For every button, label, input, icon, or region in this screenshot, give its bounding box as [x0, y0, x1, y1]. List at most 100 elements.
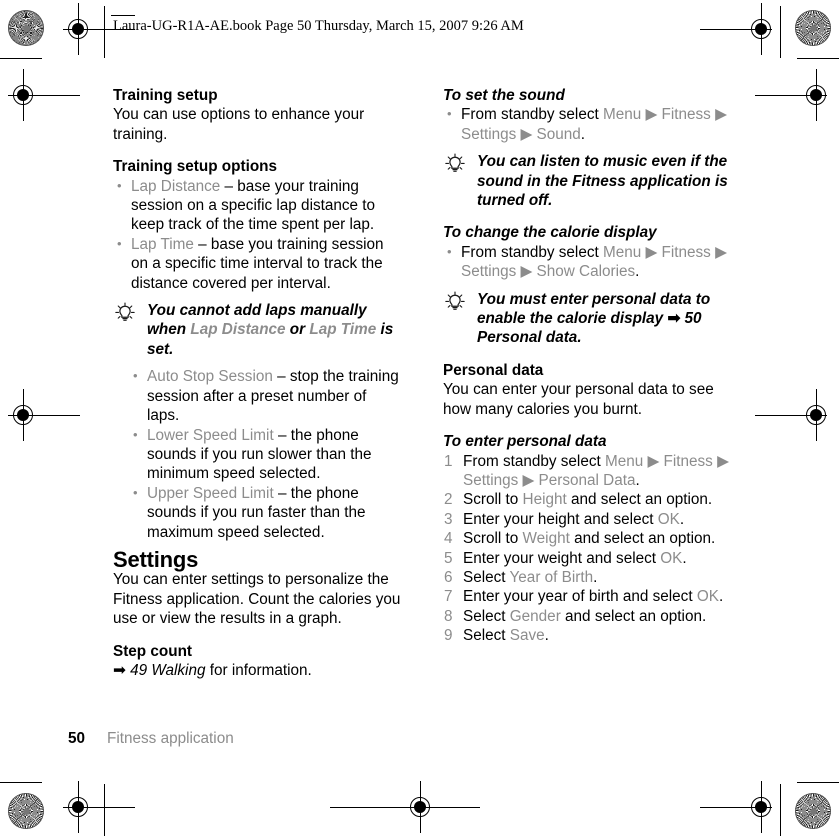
- heading-step-count: Step count: [113, 642, 193, 660]
- lightbulb-icon: [443, 153, 467, 175]
- trim-line-bottom-right-vertical: [780, 784, 781, 836]
- list-item: Scroll to Height and select an option.: [443, 490, 735, 510]
- path-separator-icon: ▶: [516, 125, 537, 143]
- list-item: Enter your weight and select OK.: [443, 549, 735, 569]
- path-separator-icon: ▶: [643, 452, 664, 470]
- step-prefix: Scroll to: [463, 530, 523, 548]
- ui-path-menu: Menu: [602, 243, 642, 261]
- rosette-mark-top-left: [8, 10, 44, 46]
- step-suffix: .: [580, 125, 586, 143]
- ui-term-year-of-birth: Year of Birth: [509, 568, 594, 586]
- path-separator-icon: ▶: [518, 471, 539, 489]
- list-to-change-the-calorie-display: From standby select Menu ▶ Fitness ▶ Set…: [443, 242, 735, 282]
- list-item: From standby select Menu ▶ Fitness ▶ Set…: [443, 242, 735, 282]
- page-footer: 50 Fitness application: [68, 730, 468, 748]
- list-to-set-the-sound: From standby select Menu ▶ Fitness ▶ Set…: [443, 104, 735, 144]
- list-training-setup-options-b: Auto Stop Session – stop the training se…: [113, 366, 401, 542]
- rosette-mark-bottom-left: [8, 793, 44, 829]
- list-item: Auto Stop Session – stop the training se…: [113, 366, 401, 425]
- tip-callout-sound: You can listen to music even if the soun…: [443, 152, 735, 210]
- heading-training-setup: Training setup: [113, 87, 218, 104]
- ui-path-settings: Settings: [463, 471, 519, 489]
- ui-term-lap-distance: Lap Distance: [190, 321, 286, 339]
- list-item: Scroll to Weight and select an option.: [443, 529, 735, 549]
- lightbulb-icon: [113, 302, 137, 324]
- step-prefix: Select: [463, 607, 510, 625]
- ui-term-save: Save: [509, 627, 545, 645]
- list-item: Enter your year of birth and select OK.: [443, 587, 735, 607]
- lightbulb-icon: [443, 291, 467, 313]
- cross-reference-suffix: for information.: [205, 661, 312, 679]
- list-item: Upper Speed Limit – the phone sounds if …: [113, 483, 401, 542]
- ui-term-lap-distance: Lap Distance: [131, 177, 221, 195]
- tip-text: You can listen to music even if the soun…: [477, 153, 728, 210]
- ui-path-menu: Menu: [604, 452, 644, 470]
- ui-term-gender: Gender: [509, 607, 561, 625]
- crosshair-mark-left-middle: [8, 389, 80, 441]
- ui-term-lap-time: Lap Time: [131, 235, 194, 253]
- header-rule: [111, 15, 135, 16]
- step-suffix: .: [682, 549, 687, 567]
- ui-path-personal-data: Personal Data: [538, 471, 636, 489]
- paragraph-personal-data: You can enter your personal data to see …: [443, 381, 714, 418]
- path-separator-icon: ▶: [710, 106, 727, 124]
- ui-path-settings: Settings: [461, 125, 517, 143]
- cross-reference-target: 49 Walking: [130, 661, 206, 679]
- step-suffix: .: [718, 588, 724, 606]
- trim-line-left-horizontal-bottom: [0, 782, 42, 783]
- path-separator-icon: ▶: [516, 263, 537, 281]
- list-item: From standby select Menu ▶ Fitness ▶ Set…: [443, 452, 735, 491]
- path-separator-icon: ▶: [641, 243, 662, 261]
- trim-line-top-left-vertical: [104, 6, 105, 58]
- ui-term-auto-stop-session: Auto Stop Session: [147, 368, 273, 386]
- crosshair-mark-top-left: [63, 3, 135, 55]
- heading-settings: Settings: [113, 546, 199, 572]
- ui-path-settings: Settings: [461, 263, 517, 281]
- step-prefix: From standby select: [461, 106, 603, 124]
- ui-path-sound: Sound: [536, 125, 581, 143]
- step-prefix: Enter your year of birth and select: [463, 588, 697, 606]
- trim-line-bottom-left-vertical: [104, 784, 105, 836]
- ui-path-fitness: Fitness: [661, 106, 711, 124]
- trim-line-left-horizontal: [0, 58, 42, 59]
- ui-path-show-calories: Show Calories: [536, 263, 636, 281]
- step-suffix: .: [544, 627, 549, 645]
- list-item: Select Year of Birth.: [443, 568, 735, 588]
- crosshair-mark-right-upper: [755, 69, 831, 121]
- step-suffix: and select an option.: [560, 607, 707, 625]
- rosette-mark-top-right: [795, 10, 831, 46]
- list-item: From standby select Menu ▶ Fitness ▶ Set…: [443, 104, 735, 144]
- tip-text-part2: .: [577, 329, 582, 347]
- list-item: Lower Speed Limit – the phone sounds if …: [113, 424, 401, 484]
- right-arrow-icon: ➡: [113, 661, 126, 679]
- step-prefix: Select: [463, 627, 510, 645]
- list-training-setup-options-a: Lap Distance – base your training sessio…: [113, 176, 401, 293]
- chapter-name: Fitness application: [107, 730, 234, 747]
- rosette-mark-bottom-right: [795, 793, 831, 829]
- step-prefix: From standby select: [461, 243, 603, 261]
- ui-term-lap-time: Lap Time: [309, 321, 377, 339]
- cross-reference-step-count: ➡ 49 Walking for information.: [113, 661, 401, 680]
- heading-to-set-the-sound: To set the sound: [443, 87, 565, 104]
- document-header: Laura-UG-R1A-AE.book Page 50 Thursday, M…: [111, 15, 673, 35]
- right-column: To set the sound From standby select Men…: [443, 86, 735, 646]
- step-suffix: .: [679, 510, 685, 528]
- trim-line-right-horizontal: [797, 58, 839, 59]
- path-separator-icon: ▶: [710, 243, 727, 261]
- crosshair-mark-right-middle: [755, 389, 831, 441]
- tip-text-part2: or: [285, 321, 310, 339]
- paragraph-training-setup: You can use options to enhance your trai…: [113, 106, 365, 143]
- step-suffix: .: [635, 471, 640, 489]
- heading-to-change-the-calorie-display: To change the calorie display: [443, 224, 657, 242]
- left-column: Training setup You can use options to en…: [113, 86, 401, 680]
- ui-term-weight: Weight: [522, 530, 570, 548]
- step-prefix: From standby select: [463, 452, 605, 470]
- step-suffix: and select an option.: [569, 530, 716, 548]
- crosshair-mark-top-right: [700, 3, 776, 55]
- trim-line-top-right-vertical: [780, 6, 781, 58]
- ui-term-height: Height: [522, 491, 567, 509]
- crosshair-mark-bottom-right: [700, 781, 776, 833]
- list-item: Select Save.: [443, 626, 735, 646]
- tip-callout-calorie: You must enter personal data to enable t…: [443, 290, 735, 348]
- ui-path-fitness: Fitness: [661, 243, 711, 261]
